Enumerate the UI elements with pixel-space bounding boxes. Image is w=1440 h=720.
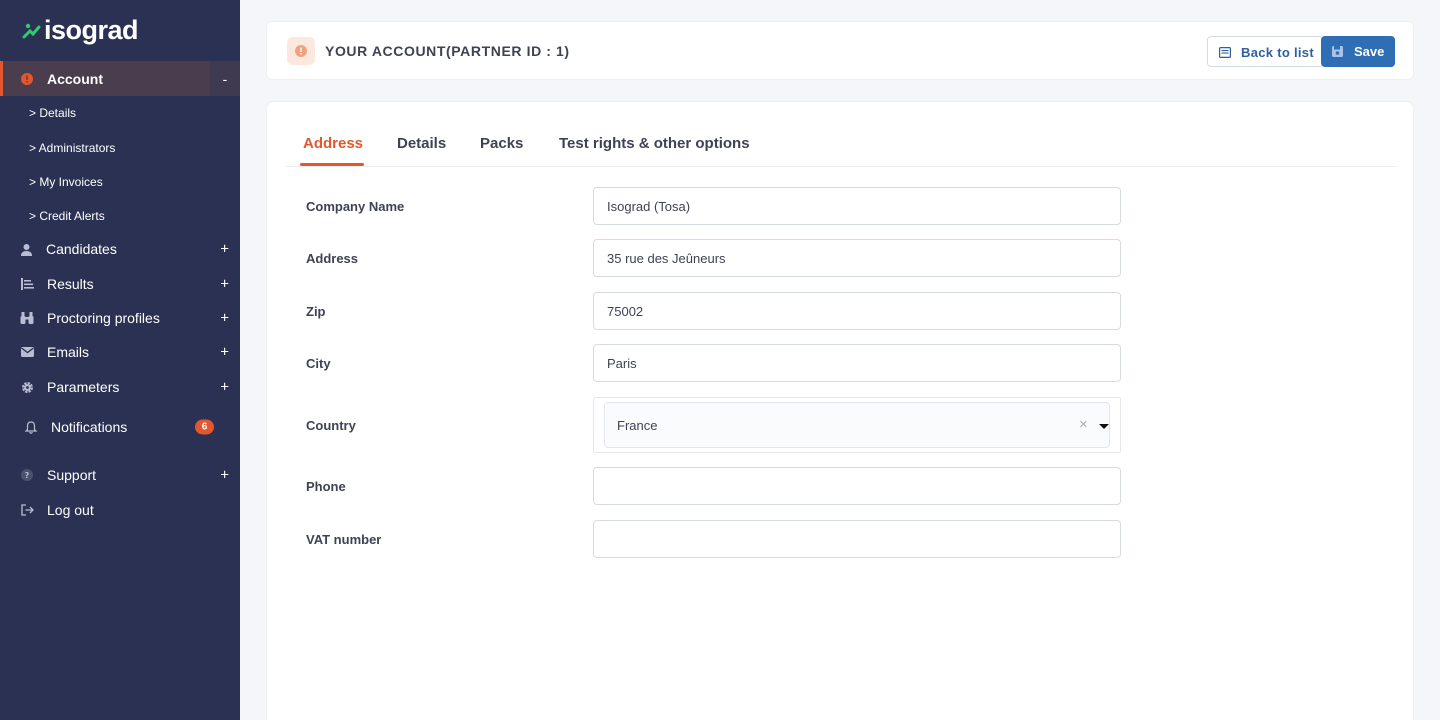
page-title: YOUR ACCOUNT(PARTNER ID : 1): [325, 43, 570, 59]
results-list-icon: [20, 277, 34, 291]
subitem-details[interactable]: > Details: [29, 106, 76, 120]
active-tab-indicator: [300, 163, 364, 166]
clear-selection-icon[interactable]: ×: [1079, 417, 1088, 433]
back-to-list-label: Back to list: [1241, 45, 1314, 60]
company-name-input[interactable]: [593, 187, 1121, 225]
account-icon: [20, 72, 34, 86]
sidebar: isograd Account - > Details > Administra…: [0, 0, 240, 720]
account-alert-icon: [287, 37, 315, 65]
sidebar-item-results[interactable]: Results +: [0, 267, 240, 301]
zip-label: Zip: [306, 304, 326, 319]
country-select-control[interactable]: France ×: [604, 402, 1110, 448]
sidebar-item-label: Account: [47, 70, 103, 87]
country-select[interactable]: France ×: [593, 397, 1121, 453]
address-label: Address: [306, 251, 359, 266]
sidebar-item-label: Log out: [47, 502, 94, 518]
city-label: City: [306, 356, 331, 371]
address-input[interactable]: [593, 239, 1121, 277]
sidebar-item-label: Emails: [47, 344, 90, 360]
subitem-credit-alerts[interactable]: > Credit Alerts: [29, 209, 105, 223]
country-selected-value: France: [617, 418, 658, 433]
sidebar-item-emails[interactable]: Emails +: [0, 335, 240, 369]
tab-bar: Address Details Packs Test rights & othe…: [285, 102, 1397, 167]
vat-number-input[interactable]: [593, 520, 1121, 558]
sidebar-item-proctoring-profiles[interactable]: Proctoring profiles +: [0, 301, 240, 335]
expand-toggle[interactable]: +: [220, 379, 229, 396]
bell-icon: [24, 420, 38, 434]
sidebar-item-support[interactable]: ? Support +: [0, 458, 240, 492]
list-icon: [1219, 46, 1232, 61]
subitem-my-invoices[interactable]: > My Invoices: [29, 175, 103, 189]
save-label: Save: [1354, 44, 1385, 59]
sidebar-item-label: Proctoring profiles: [47, 310, 160, 326]
logo-text: isograd: [44, 15, 139, 45]
gear-icon: [20, 380, 34, 394]
collapse-toggle[interactable]: -: [210, 61, 240, 96]
city-input[interactable]: [593, 344, 1121, 382]
sidebar-item-label: Notifications: [51, 419, 128, 435]
phone-label: Phone: [306, 479, 346, 494]
tab-address[interactable]: Address: [303, 135, 363, 152]
save-button[interactable]: Save: [1321, 36, 1395, 67]
company-name-label: Company Name: [306, 199, 405, 214]
sidebar-item-parameters[interactable]: Parameters +: [0, 370, 240, 404]
svg-text:?: ?: [25, 471, 30, 480]
isograd-logo[interactable]: isograd: [22, 15, 139, 45]
subitem-administrators[interactable]: > Administrators: [29, 141, 115, 155]
sidebar-item-label: Support: [47, 467, 97, 483]
logo-icon: [22, 23, 41, 38]
expand-toggle[interactable]: +: [220, 276, 229, 293]
country-label: Country: [306, 418, 356, 433]
expand-toggle[interactable]: +: [220, 241, 229, 258]
sidebar-item-candidates[interactable]: Candidates +: [0, 232, 240, 266]
user-icon: [19, 242, 33, 256]
sidebar-item-label: Candidates: [46, 241, 117, 257]
sidebar-item-account[interactable]: Account -: [0, 61, 240, 96]
account-form-card: Address Details Packs Test rights & othe…: [266, 101, 1414, 720]
phone-input[interactable]: [593, 467, 1121, 505]
floppy-disk-icon: [1332, 45, 1343, 60]
tab-test-rights[interactable]: Test rights & other options: [559, 135, 750, 152]
sidebar-item-logout[interactable]: Log out: [0, 493, 240, 527]
sidebar-item-label: Parameters: [47, 379, 120, 395]
sidebar-item-label: Results: [47, 276, 94, 292]
page-header: YOUR ACCOUNT(PARTNER ID : 1) Back to lis…: [266, 21, 1414, 80]
dropdown-caret-icon[interactable]: [1099, 424, 1109, 429]
tab-details[interactable]: Details: [397, 135, 446, 152]
expand-toggle[interactable]: +: [220, 310, 229, 327]
vat-number-label: VAT number: [306, 532, 382, 547]
back-to-list-button[interactable]: Back to list: [1207, 36, 1324, 67]
expand-toggle[interactable]: +: [220, 467, 229, 484]
notification-count-badge: 6: [195, 419, 214, 435]
envelope-icon: [20, 345, 34, 359]
tab-packs[interactable]: Packs: [480, 135, 523, 152]
question-icon: ?: [20, 468, 34, 482]
logout-icon: [20, 503, 34, 517]
zip-input[interactable]: [593, 292, 1121, 330]
sidebar-item-notifications[interactable]: Notifications 6: [0, 410, 240, 444]
expand-toggle[interactable]: +: [220, 344, 229, 361]
binoculars-icon: [20, 311, 34, 325]
